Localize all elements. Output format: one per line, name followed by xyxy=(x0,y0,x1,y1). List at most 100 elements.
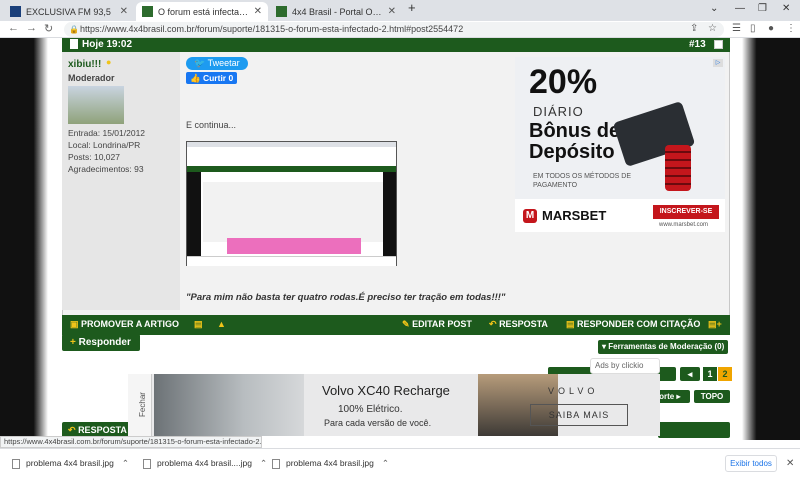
reading-list-icon[interactable]: ☰ xyxy=(732,23,741,34)
back-icon[interactable]: ← xyxy=(8,22,19,34)
url-text: https://www.4x4brasil.com.br/forum/supor… xyxy=(80,24,464,34)
ad-percent: 20% xyxy=(529,63,598,101)
ad-title: Volvo XC40 Recharge xyxy=(322,383,450,398)
marsbet-ad[interactable]: ▷ 20% DIÁRIO Bônus de Depósito EM TODOS … xyxy=(515,57,725,232)
tab-4x4-portal[interactable]: 4x4 Brasil - Portal Off-Road - Fór ✕ xyxy=(270,2,402,21)
post-header: Hoje 19:02 #13 xyxy=(62,38,730,52)
reply-icon: ↶ xyxy=(489,319,497,329)
chevron-up-icon[interactable]: ⌃ xyxy=(122,458,129,468)
show-all-downloads-button[interactable]: Exibir todos xyxy=(725,455,777,472)
user-location: Local: Londrina/PR xyxy=(68,140,141,150)
ad-signup-button[interactable]: INSCREVER-SE xyxy=(653,205,719,219)
pencil-icon: ✎ xyxy=(402,319,410,329)
page-content: Hoje 19:02 #13 xibiu!!! ● Moderador Entr… xyxy=(0,38,800,440)
close-tab-icon[interactable]: ✕ xyxy=(388,6,396,17)
4x4-favicon-icon xyxy=(276,6,287,17)
profile-icon[interactable]: ● xyxy=(768,23,774,34)
chevron-up-icon[interactable]: ⌃ xyxy=(260,458,267,468)
address-bar-row: ← → ↻ 🔒 https://www.4x4brasil.com.br/for… xyxy=(0,21,800,38)
reply-button[interactable]: ↶ RESPOSTA xyxy=(489,319,548,330)
radio-favicon-icon xyxy=(10,6,21,17)
tweet-button[interactable]: 🐦 Tweetar xyxy=(186,57,248,70)
chevron-up-icon[interactable]: ⌃ xyxy=(382,458,389,468)
post-date: Hoje 19:02 xyxy=(82,39,133,50)
post-number-link[interactable]: #13 xyxy=(689,39,706,50)
tab-forum-infectado[interactable]: O forum está infectado? - Página ✕ xyxy=(136,2,268,21)
thanks-count: Agradecimentos: 93 xyxy=(68,164,144,174)
ad-line3: Para cada versão de você. xyxy=(324,418,432,428)
page-1-link[interactable]: 1 xyxy=(703,367,717,381)
bottom-bar-right xyxy=(658,422,730,438)
join-date: Entrada: 15/01/2012 xyxy=(68,128,146,138)
report-icon[interactable]: ▲ xyxy=(217,319,226,329)
ad-line2: 100% Elétrico. xyxy=(338,404,403,415)
post-icon xyxy=(70,39,78,49)
url-field[interactable]: 🔒 https://www.4x4brasil.com.br/forum/sup… xyxy=(64,22,724,37)
post-footer-bar: ▣ PROMOVER A ARTIGO ▤ ▲ ✎ EDITAR POST ↶ … xyxy=(62,315,730,335)
status-bar-url: https://www.4x4brasil.com.br/forum/supor… xyxy=(0,436,262,448)
tab-label: 4x4 Brasil - Portal Off-Road - Fór xyxy=(292,6,384,17)
quote-icon: ▤ xyxy=(566,319,575,329)
close-window-icon[interactable]: ✕ xyxy=(782,3,790,14)
learn-more-button[interactable]: SAIBA MAIS xyxy=(530,404,628,426)
promote-icon: ▣ xyxy=(70,319,79,329)
reload-icon[interactable]: ↻ xyxy=(44,22,53,35)
ad-subtext: EM TODOS OS MÉTODOS DE PAGAMENTO xyxy=(533,173,632,189)
promote-article-button[interactable]: ▣ PROMOVER A ARTIGO xyxy=(70,319,179,330)
post-screenshot-image[interactable] xyxy=(186,141,397,266)
post-count: Posts: 10,027 xyxy=(68,152,120,162)
prev-page-icon[interactable]: ◂ xyxy=(680,367,700,381)
marsbet-logo-icon: M xyxy=(523,209,537,223)
forward-icon[interactable]: → xyxy=(26,22,37,34)
star-icon[interactable]: ☆ xyxy=(708,23,717,34)
file-icon xyxy=(143,458,151,469)
maximize-icon[interactable]: ❐ xyxy=(758,3,767,14)
close-tab-icon[interactable]: ✕ xyxy=(254,6,262,17)
close-ad-button[interactable]: Fechar xyxy=(128,374,152,436)
ads-by-clickio[interactable]: Ads by clickio xyxy=(590,358,660,374)
share-icon[interactable]: ⇪ xyxy=(690,23,698,34)
file-icon xyxy=(12,458,20,469)
quote-reply-button[interactable]: ▤ RESPONDER COM CITAÇÃO xyxy=(566,319,700,330)
menu-icon[interactable]: ⋮ xyxy=(786,23,796,34)
ad-daily: DIÁRIO xyxy=(533,104,584,119)
user-role: Moderador xyxy=(68,73,115,83)
download-item[interactable]: problema 4x4 brasil.jpg ⌃ xyxy=(12,458,129,469)
note-icon[interactable]: ▤ xyxy=(194,319,203,330)
left-border-decoration xyxy=(0,38,48,440)
post-body-text: E continua... xyxy=(186,120,237,130)
like-label: Curtir 0 xyxy=(202,73,234,83)
tab-label: O forum está infectado? - Página xyxy=(158,6,250,17)
username-link[interactable]: xibiu!!! xyxy=(68,59,101,70)
tweet-label: Tweetar xyxy=(207,58,240,68)
edit-post-button[interactable]: ✎ EDITAR POST xyxy=(402,319,472,330)
user-info-pane: xibiu!!! ● Moderador Entrada: 15/01/2012… xyxy=(62,52,180,310)
car-image xyxy=(154,374,304,436)
ad-footer: M MARSBET INSCREVER-SE www.marsbet.com xyxy=(515,199,725,232)
ad-brand: MARSBET xyxy=(542,208,607,223)
minimize-icon[interactable]: — xyxy=(735,3,745,14)
facebook-like-button[interactable]: 👍 Curtir 0 xyxy=(186,72,238,84)
top-button[interactable]: TOPO xyxy=(694,390,730,403)
user-signature: "Para mim não basta ter quatro rodas.É p… xyxy=(186,292,506,303)
close-tab-icon[interactable]: ✕ xyxy=(120,6,128,17)
avatar[interactable] xyxy=(68,86,124,124)
download-item[interactable]: problema 4x4 brasil....jpg ⌃ xyxy=(143,458,267,469)
right-border-decoration xyxy=(742,38,800,440)
sidepanel-icon[interactable]: ▯ xyxy=(750,23,756,34)
respond-button[interactable]: + Responder xyxy=(62,334,140,351)
post-select-checkbox[interactable] xyxy=(714,40,723,49)
online-status-icon: ● xyxy=(106,57,112,67)
4x4-favicon-icon xyxy=(142,6,153,17)
adchoices-icon[interactable]: ▷ xyxy=(713,59,723,67)
new-tab-button[interactable]: + xyxy=(408,0,416,15)
moderation-tools-dropdown[interactable]: ▾ Ferramentas de Moderação (0) xyxy=(598,340,728,354)
file-icon xyxy=(272,458,280,469)
tab-search-icon[interactable]: ⌄ xyxy=(710,3,718,14)
download-item[interactable]: problema 4x4 brasil.jpg ⌃ xyxy=(272,458,389,469)
casino-chips-image xyxy=(665,145,691,191)
volvo-ad[interactable]: Fechar Volvo XC40 Recharge 100% Elétrico… xyxy=(128,374,660,436)
tab-exclusiva[interactable]: EXCLUSIVA FM 93,5 ✕ xyxy=(4,2,134,21)
close-downloads-icon[interactable]: ✕ xyxy=(786,458,794,469)
multi-quote-icon[interactable]: ▤+ xyxy=(708,319,722,330)
